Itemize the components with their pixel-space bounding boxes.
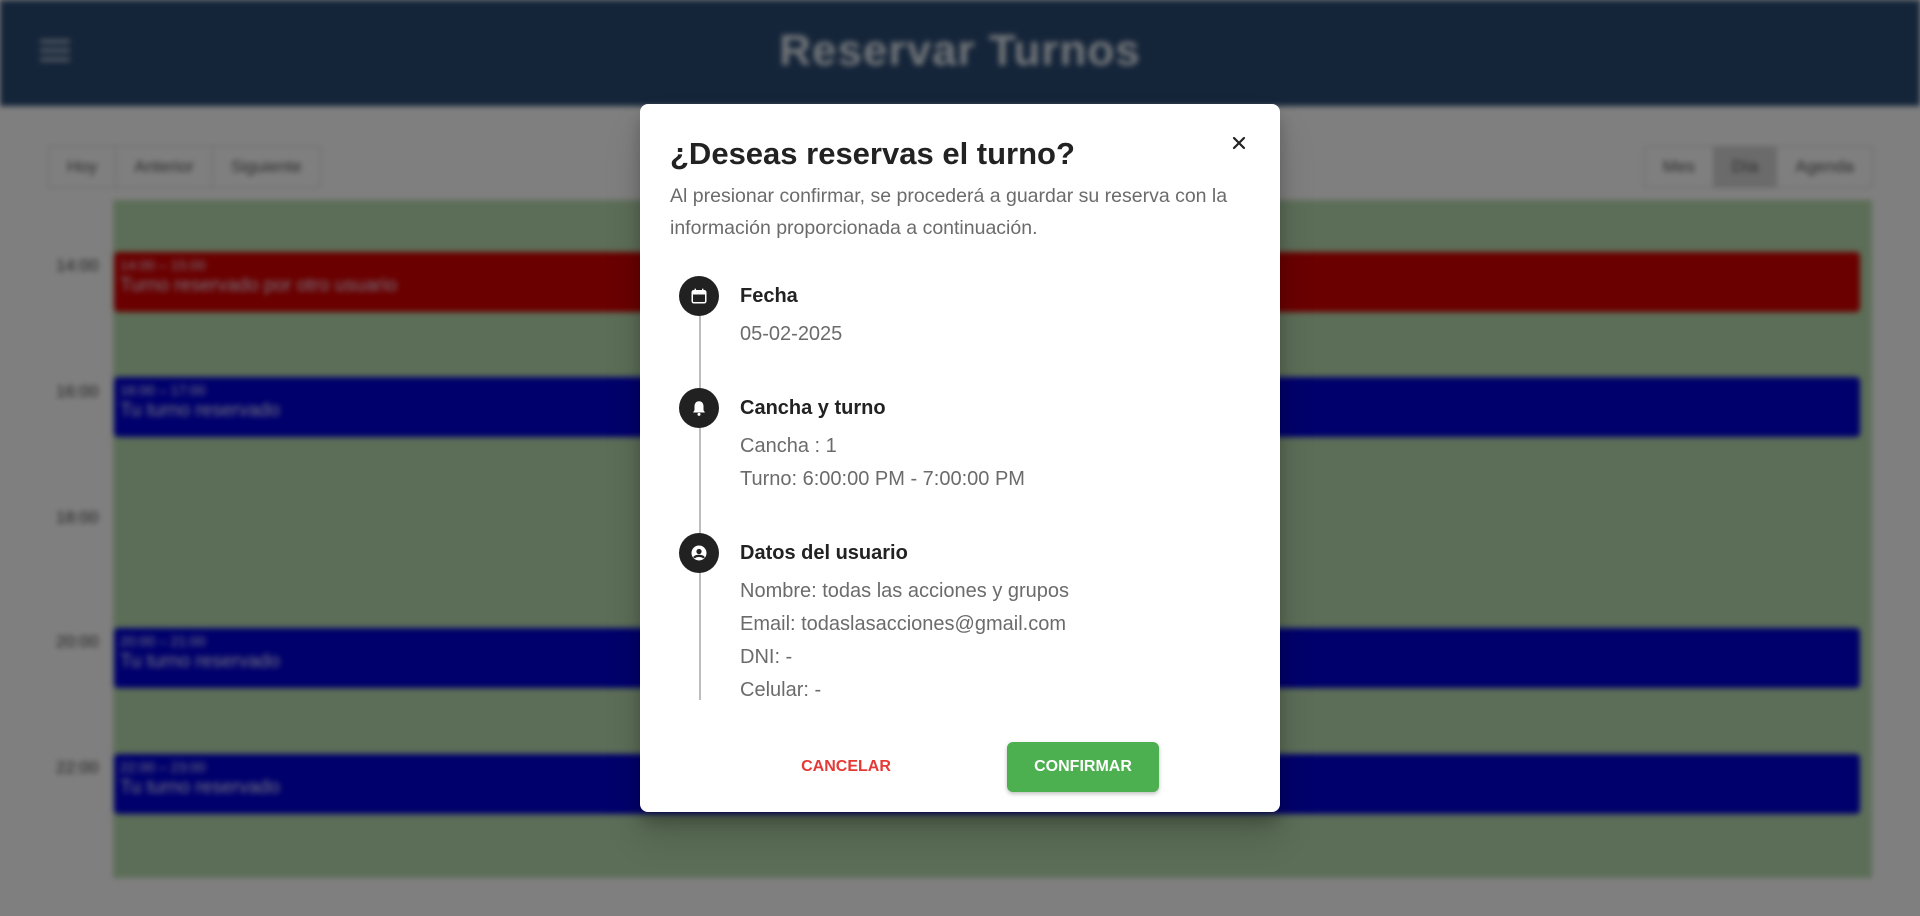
dialog-title: ¿Deseas reservas el turno? — [670, 136, 1075, 171]
dialog-description: Al presionar confirmar, se procederá a g… — [670, 185, 1228, 239]
reservation-timeline: Fecha 05-02-2025 Cancha y turno Cancha :… — [670, 276, 1250, 704]
confirm-button[interactable]: CONFIRMAR — [1007, 742, 1159, 792]
user-circle-icon — [691, 545, 707, 561]
timeline-dot — [679, 276, 719, 316]
reservation-confirm-dialog: ¿Deseas reservas el turno? Al presionar … — [640, 104, 1280, 812]
date-heading: Fecha — [740, 285, 798, 307]
user-name: Nombre: todas las acciones y grupos — [740, 580, 1070, 602]
court-number: Cancha : 1 — [740, 435, 837, 457]
user-phone: Celular: - — [740, 679, 822, 701]
close-icon — [1232, 136, 1246, 150]
timeline-connector — [699, 296, 701, 700]
user-dni: DNI: - — [740, 646, 793, 668]
timeline-dot — [679, 533, 719, 573]
bell-icon — [693, 401, 705, 416]
calendar-icon — [691, 288, 707, 304]
user-email: Email: todaslasacciones@gmail.com — [740, 613, 1066, 635]
date-value: 05-02-2025 — [740, 323, 843, 345]
turn-time-range: Turno: 6:00:00 PM - 7:00:00 PM — [740, 468, 1025, 490]
close-button[interactable] — [1224, 128, 1254, 158]
court-heading: Cancha y turno — [740, 397, 886, 419]
cancel-button[interactable]: CANCELAR — [776, 742, 916, 792]
user-heading: Datos del usuario — [740, 542, 908, 564]
timeline-dot — [679, 388, 719, 428]
